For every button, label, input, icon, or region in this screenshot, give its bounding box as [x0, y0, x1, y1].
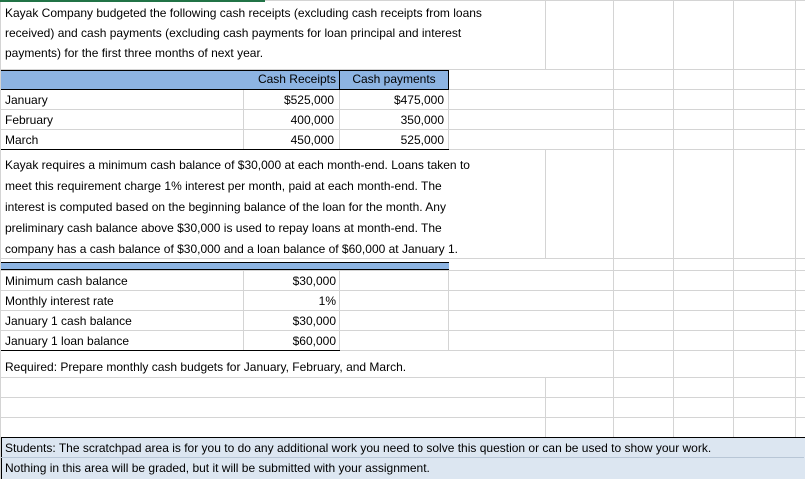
budget-table-bottom-border: [1, 149, 449, 150]
row-february-receipts: 400,000: [290, 113, 334, 127]
param-min-cash-value: $30,000: [292, 274, 336, 288]
scratchpad-line-1: Students: The scratchpad area is for you…: [5, 441, 712, 455]
row-february-payments: 350,000: [400, 113, 444, 127]
requirements-line-4: preliminary cash balance above $30,000 i…: [5, 221, 442, 235]
budget-header-right-edge: [448, 70, 449, 90]
param-interest-value: 1%: [318, 294, 336, 308]
intro-line-3: payments) for the first three months of …: [5, 46, 264, 60]
scratchpad-row-divider: [1, 457, 804, 458]
requirements-line-1: Kayak requires a minimum cash balance of…: [5, 158, 470, 172]
param-jan-loan-label: January 1 loan balance: [5, 334, 130, 348]
param-min-cash-label: Minimum cash balance: [5, 274, 128, 288]
header-cash-receipts: Cash Receipts: [257, 72, 336, 86]
row-january-label: January: [5, 93, 48, 107]
row-january-receipts: $525,000: [283, 93, 334, 107]
row-march-receipts: 450,000: [290, 133, 334, 147]
params-header-bar: [1, 262, 449, 270]
scratchpad-line-2: Nothing in this area will be graded, but…: [5, 461, 430, 475]
required-text: Required: Prepare monthly cash budgets f…: [5, 360, 407, 374]
param-jan-loan-value: $60,000: [292, 334, 336, 348]
intro-line-1: Kayak Company budgeted the following cas…: [5, 6, 482, 20]
selected-cell-border: [0, 0, 265, 2]
requirements-line-2: meet this requirement charge 1% interest…: [5, 179, 442, 193]
row-january-payments: $475,000: [393, 93, 444, 107]
header-cash-payments: Cash payments: [352, 72, 436, 86]
intro-line-2: received) and cash payments (excluding c…: [5, 26, 462, 40]
param-interest-label: Monthly interest rate: [5, 294, 114, 308]
param-jan-cash-label: January 1 cash balance: [5, 314, 132, 328]
row-february-label: February: [5, 113, 54, 127]
params-bottom-border: [1, 350, 340, 351]
row-march-label: March: [5, 133, 39, 147]
param-jan-cash-value: $30,000: [292, 314, 336, 328]
requirements-line-5: company has a cash balance of $30,000 an…: [5, 242, 458, 256]
row-march-payments: 525,000: [400, 133, 444, 147]
requirements-line-3: interest is computed based on the beginn…: [5, 200, 446, 214]
